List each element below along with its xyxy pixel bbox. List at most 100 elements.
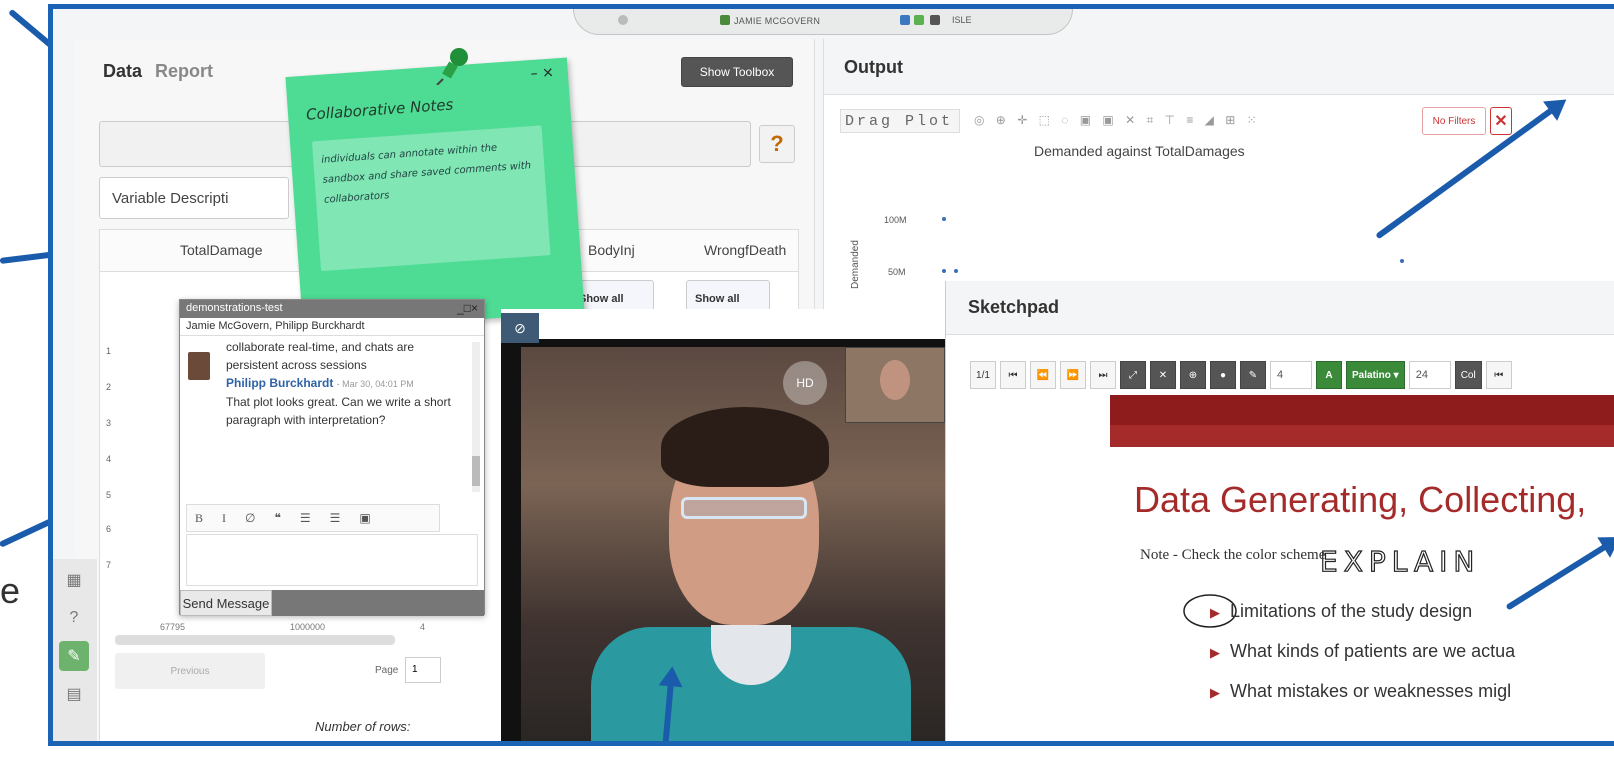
page-label: Page <box>375 665 399 676</box>
slide-bullet-text: Limitations of the study design <box>1230 601 1473 621</box>
row-number: 1 <box>106 346 112 356</box>
edge-letter: e <box>0 570 21 611</box>
top-status-bar: JAMIE MCGOVERN ISLE <box>573 9 1073 35</box>
video-top-strip <box>501 309 951 339</box>
output-panel: Output Drag Plot ◎ ⊕ ✛ ⬚ ◌ ▣ ▣ ✕ ⌗ ⊤ ≡ ◢… <box>823 39 1614 309</box>
row-number: 6 <box>106 524 112 534</box>
message-timestamp: - Mar 30, 04:01 PM <box>336 379 414 389</box>
collaborative-notes-sticky[interactable]: – × Collaborative Notes individuals can … <box>285 57 585 332</box>
plot-toolbar-icons[interactable]: ◎ ⊕ ✛ ⬚ ◌ ▣ ▣ ✕ ⌗ ⊤ ≡ ◢ ⊞ ⁙ <box>974 113 1261 128</box>
record-icon[interactable]: ⏮ <box>1485 361 1512 389</box>
sketchpad-panel: Sketchpad 1/1 ⏮ ⏪ ⏩ ⏭ ⤢ ✕ ⊕ ● ✎ 4 A Pala… <box>945 281 1614 741</box>
bullet-icon: ▶ <box>1210 605 1220 620</box>
send-bar <box>272 590 484 616</box>
pen-icon[interactable]: ✎ <box>1240 361 1266 389</box>
slide-bullet: ▶ What kinds of patients are we actua <box>1210 641 1515 662</box>
chat-members: Jamie McGovern, Philipp Burckhardt <box>180 318 484 336</box>
clear-icon[interactable]: ✕ <box>1150 361 1176 389</box>
fullscreen-icon[interactable]: ⤢ <box>1120 361 1146 389</box>
no-filters-button[interactable]: No Filters <box>1422 107 1486 135</box>
panel-tabs: Data Report <box>103 61 213 82</box>
video-call-window: ⊘ HD <box>501 309 951 741</box>
first-page-icon[interactable]: ⏮ <box>1000 361 1026 389</box>
plot-y-axis-label: Demanded <box>850 240 861 289</box>
last-page-icon[interactable]: ⏭ <box>1090 361 1116 389</box>
current-user: JAMIE MCGOVERN <box>734 16 821 26</box>
chat-titlebar[interactable]: demonstrations-test _□× <box>180 300 484 318</box>
row-number: 3 <box>106 418 112 428</box>
slide-bullet-text: What mistakes or weaknesses migl <box>1230 681 1512 701</box>
slide-bullet-text: What kinds of patients are we actua <box>1230 641 1516 661</box>
status-dot-icon <box>618 15 628 25</box>
y-tick-label: 50M <box>888 267 906 277</box>
tool-sidebar: ▦ ? ✎ ▤ <box>53 559 97 741</box>
chat-messages: collaborate real-time, and chats are per… <box>180 338 472 496</box>
app-name: ISLE <box>952 15 972 25</box>
calculator-icon[interactable]: ▦ <box>59 565 89 595</box>
brush-size-input[interactable]: 4 <box>1270 361 1312 389</box>
slide-bullet: ▶ What mistakes or weaknesses migl <box>1210 681 1511 702</box>
help-circle-icon[interactable]: ? <box>59 603 89 633</box>
chat-scroll-thumb[interactable] <box>472 456 480 486</box>
bullet-icon: ▶ <box>1210 685 1220 700</box>
handwriting-text: EXPLAIN <box>1320 545 1480 578</box>
table-cell: 4 <box>420 622 426 632</box>
push-pin-icon <box>436 48 468 85</box>
plot-point <box>954 269 958 273</box>
close-filters-icon[interactable]: ✕ <box>1490 107 1512 135</box>
table-cell: 67795 <box>160 622 186 632</box>
table-horizontal-scrollbar[interactable] <box>115 635 395 645</box>
chat-room-name: demonstrations-test <box>186 302 283 314</box>
page-number-input[interactable]: 1 <box>405 657 441 683</box>
hd-toggle-button[interactable]: HD <box>783 361 827 405</box>
font-select[interactable]: Palatino ▾ <box>1346 361 1405 389</box>
chat-message-input[interactable] <box>186 534 478 586</box>
column-header-totaldamage[interactable]: TotalDamage <box>180 242 263 258</box>
color-button[interactable]: Col <box>1454 361 1482 389</box>
output-header <box>824 39 1614 95</box>
send-message-button[interactable]: Send Message <box>180 590 272 616</box>
message-text: That plot looks great. Can we write a sh… <box>226 395 451 427</box>
window-icon[interactable] <box>930 15 940 25</box>
sticky-window-controls[interactable]: – × <box>530 64 554 82</box>
font-size-input[interactable]: 24 <box>1408 361 1451 389</box>
help-button[interactable]: ? <box>759 125 795 163</box>
chat-window-controls[interactable]: _□× <box>457 301 478 315</box>
chat-earlier-text: collaborate real-time, and chats are per… <box>226 340 415 372</box>
row-number: 5 <box>106 490 112 500</box>
page-indicator: 1/1 <box>970 361 996 389</box>
table-cell: 1000000 <box>290 622 326 632</box>
zoom-icon[interactable]: ⊕ <box>1180 361 1206 389</box>
camera-off-icon[interactable]: ⊘ <box>501 313 539 343</box>
picture-in-picture-feed[interactable] <box>845 347 945 423</box>
plot-point <box>942 269 946 273</box>
drag-plot-button[interactable]: Drag Plot <box>840 109 960 133</box>
chat-icon[interactable] <box>900 15 910 25</box>
chat-editor-toolbar[interactable]: B I ∅ ❝ ☰ ☰ ▣ <box>186 504 440 532</box>
notes-icon[interactable]: ▤ <box>59 679 89 709</box>
message-author[interactable]: Philipp Burckhardt <box>226 376 333 390</box>
prev-page-icon[interactable]: ⏪ <box>1030 361 1056 389</box>
sticky-body[interactable]: individuals can annotate within the sand… <box>311 125 551 272</box>
tab-data[interactable]: Data <box>103 61 142 81</box>
show-toolbox-button[interactable]: Show Toolbox <box>681 57 793 87</box>
row-number: 2 <box>106 382 112 392</box>
tab-report[interactable]: Report <box>155 61 213 81</box>
sketchpad-toolbar: 1/1 ⏮ ⏪ ⏩ ⏭ ⤢ ✕ ⊕ ● ✎ 4 A Palatino ▾ 24 … <box>970 361 1512 389</box>
slide-canvas[interactable]: Data Generating, Collecting, Note - Chec… <box>1110 395 1614 741</box>
next-page-icon[interactable]: ⏩ <box>1060 361 1086 389</box>
brush-icon[interactable]: ✎ <box>59 641 89 671</box>
text-tool-button[interactable]: A <box>1316 361 1342 389</box>
sketchpad-title: Sketchpad <box>946 281 1614 335</box>
slide-note: Note - Check the color scheme <box>1140 547 1326 563</box>
output-title: Output <box>844 57 903 77</box>
variable-description-button[interactable]: Variable Descripti <box>99 177 289 219</box>
dot-icon[interactable]: ● <box>1210 361 1236 389</box>
share-icon[interactable] <box>914 15 924 25</box>
column-header-wrongfdeath[interactable]: WrongfDeath <box>704 242 786 258</box>
handwritten-annotation: EXPLAIN <box>1320 544 1480 578</box>
column-header-bodyinj[interactable]: BodyInj <box>588 242 635 258</box>
previous-page-button[interactable]: Previous <box>115 653 265 689</box>
plot-point <box>942 217 946 221</box>
number-of-rows-label: Number of rows: <box>315 719 411 734</box>
